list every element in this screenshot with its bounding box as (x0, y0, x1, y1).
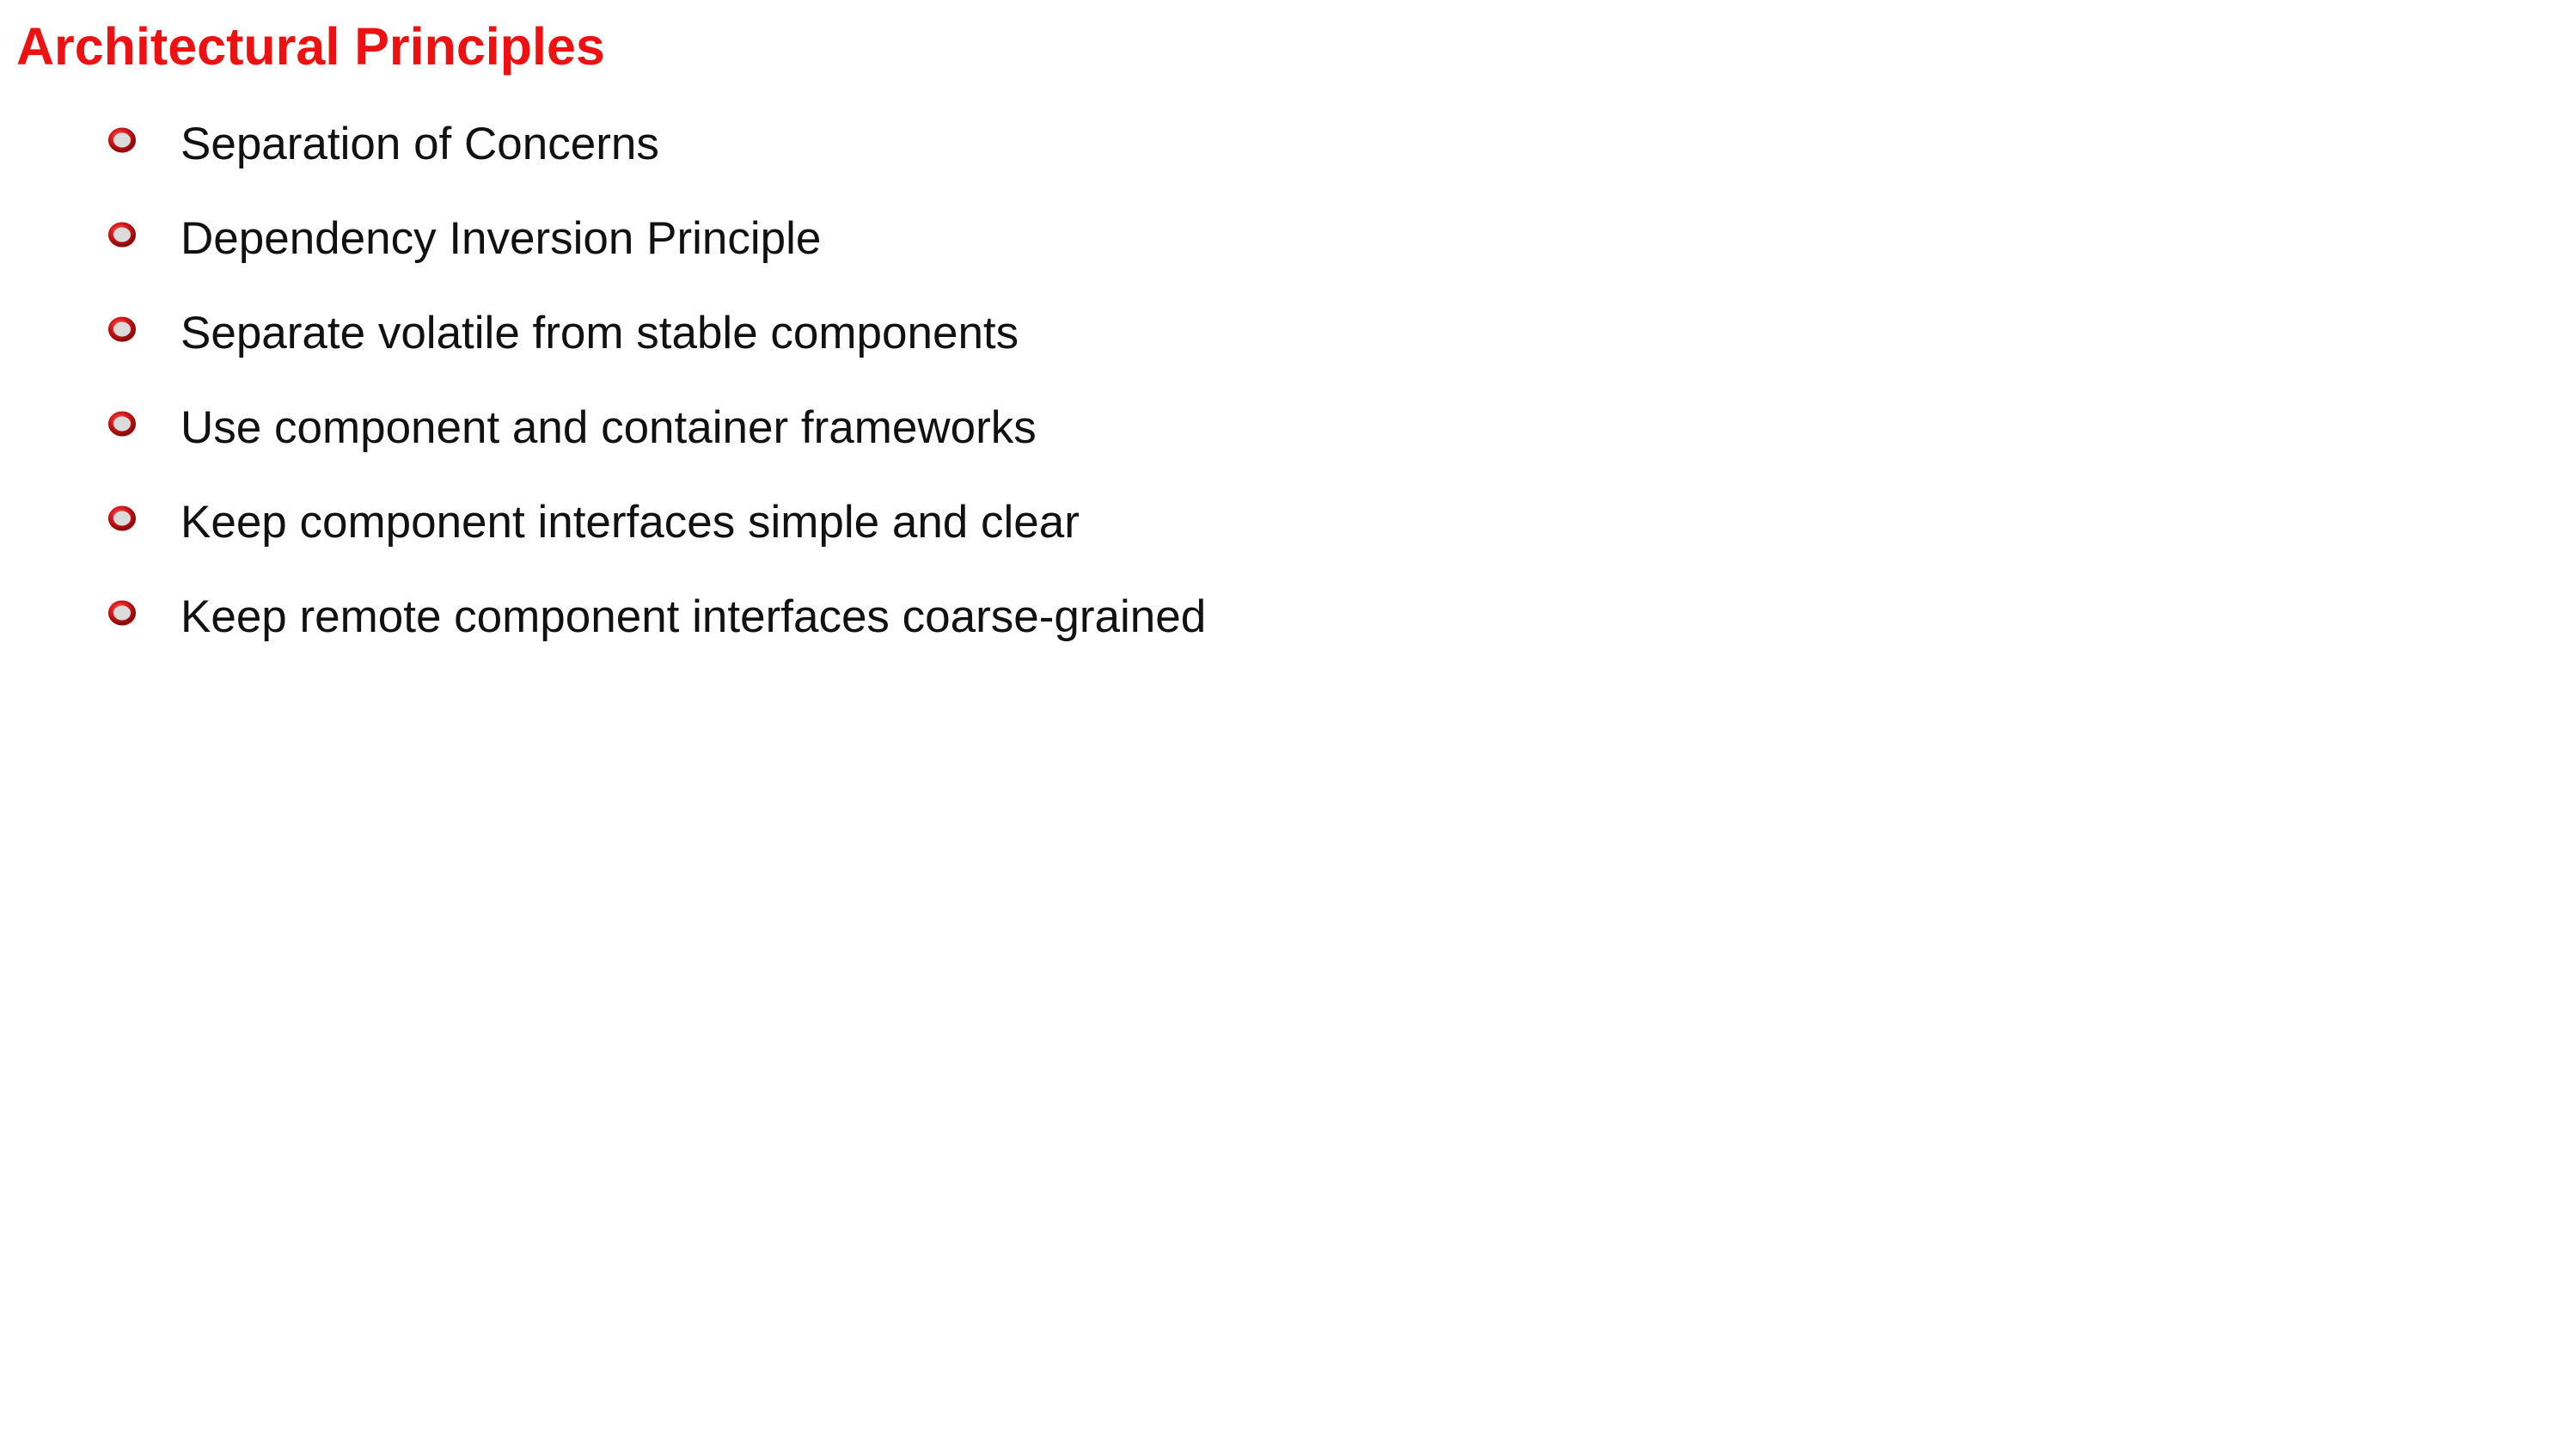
ring-bullet-icon (108, 505, 136, 531)
ring-bullet-icon (108, 411, 136, 437)
slide-title: Architectural Principles (16, 17, 605, 76)
bullet-text: Keep remote component interfaces coarse-… (181, 591, 1207, 642)
bullet-text: Dependency Inversion Principle (181, 213, 822, 264)
ring-bullet-icon (108, 600, 136, 626)
bullet-text: Separation of Concerns (181, 119, 659, 169)
bullet-text: Keep component interfaces simple and cle… (181, 497, 1080, 548)
ring-bullet-icon (108, 316, 136, 342)
ring-bullet-icon (108, 127, 136, 153)
bullet-text: Separate volatile from stable components (181, 308, 1019, 358)
ring-bullet-icon (108, 222, 136, 248)
bullet-text: Use component and container frameworks (181, 402, 1037, 453)
slide: Architectural Principles Separation of C… (0, 0, 2576, 1439)
